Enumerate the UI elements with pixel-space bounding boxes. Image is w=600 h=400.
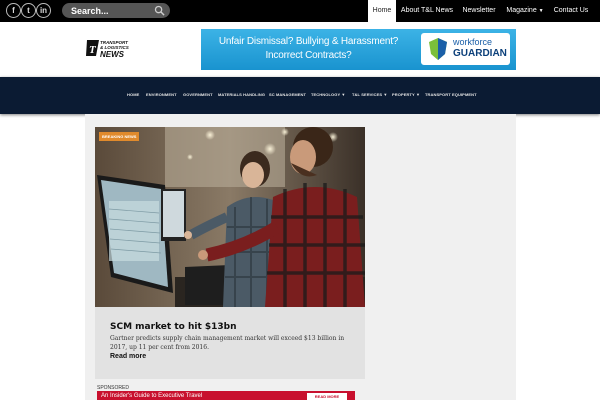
- mainnav-home[interactable]: HOME: [127, 92, 139, 97]
- logo-text-news: NEWS: [100, 50, 125, 59]
- mainnav-property-label: PROPERTY: [392, 92, 415, 97]
- article-image[interactable]: BREAKING NEWS: [95, 127, 365, 307]
- linkedin-glyph: in: [39, 6, 48, 15]
- facebook-glyph: f: [12, 6, 15, 15]
- ad-brand-line2: GUARDIAN: [453, 48, 507, 59]
- shield-icon: [429, 38, 447, 60]
- main-nav: HOME ENVIRONMENT GOVERNMENT MATERIALS HA…: [0, 77, 600, 114]
- sponsored-read-more-button[interactable]: READ MORE: [307, 393, 347, 400]
- chevron-down-icon: ▼: [383, 92, 388, 97]
- nav-magazine[interactable]: Magazine ▼: [504, 0, 546, 22]
- ad-line-1: Unfair Dismissal? Bullying & Harassment?: [218, 36, 399, 47]
- nav-home-label: Home: [372, 7, 392, 14]
- site-logo[interactable]: T TRANSPORT & LOGISTICS NEWS: [85, 37, 135, 59]
- mainnav-environment[interactable]: ENVIRONMENT: [146, 92, 177, 97]
- mainnav-tl-services[interactable]: T&L SERVICES ▼: [352, 92, 387, 97]
- mainnav-materials-handling[interactable]: MATERIALS HANDLING: [218, 92, 265, 97]
- top-bar: f t in Home About T&L News Newsletter Ma…: [0, 0, 600, 22]
- article-photo-illustration: [95, 127, 365, 307]
- nav-newsletter-label: Newsletter: [462, 7, 496, 14]
- nav-newsletter[interactable]: Newsletter: [460, 0, 498, 22]
- article-title[interactable]: SCM market to hit $13bn: [110, 322, 237, 332]
- search-icon[interactable]: [154, 5, 165, 16]
- nav-about-label: About T&L News: [400, 7, 454, 14]
- ad-brand-line1: workforce: [453, 37, 493, 47]
- twitter-glyph: t: [27, 6, 30, 15]
- workforce-guardian-ad[interactable]: Unfair Dismissal? Bullying & Harassment?…: [201, 29, 516, 70]
- nav-contact[interactable]: Contact Us: [551, 0, 591, 22]
- facebook-icon[interactable]: f: [6, 3, 21, 18]
- site-header: T TRANSPORT & LOGISTICS NEWS Unfair Dism…: [0, 22, 600, 77]
- nav-home[interactable]: Home: [368, 0, 396, 22]
- mainnav-tl-services-label: T&L SERVICES: [352, 92, 383, 97]
- sponsored-banner[interactable]: An Insider's Guide to Executive Travel R…: [97, 391, 355, 400]
- linkedin-icon[interactable]: in: [36, 3, 51, 18]
- mainnav-technology[interactable]: TECHNOLOGY ▼: [311, 92, 345, 97]
- ad-brand-logo: workforce GUARDIAN: [421, 33, 510, 65]
- mainnav-transport-equipment[interactable]: TRANSPORT EQUIPMENT: [425, 92, 477, 97]
- twitter-icon[interactable]: t: [21, 3, 36, 18]
- mainnav-government[interactable]: GOVERNMENT: [183, 92, 213, 97]
- read-more-link[interactable]: Read more: [110, 353, 146, 360]
- ad-line-2: Incorrect Contracts?: [265, 50, 352, 61]
- chevron-down-icon: ▼: [341, 92, 346, 97]
- nav-magazine-label: Magazine: [506, 7, 537, 14]
- nav-contact-label: Contact Us: [553, 7, 589, 14]
- sponsored-headline: An Insider's Guide to Executive Travel: [101, 393, 203, 399]
- mainnav-property[interactable]: PROPERTY ▼: [392, 92, 420, 97]
- mainnav-technology-label: TECHNOLOGY: [311, 92, 341, 97]
- search-box: [62, 3, 170, 18]
- chevron-down-icon: ▼: [415, 92, 421, 97]
- chevron-down-icon: ▼: [538, 8, 544, 14]
- mainnav-sc-management[interactable]: SC MANAGEMENT: [269, 92, 306, 97]
- search-input[interactable]: [71, 3, 151, 18]
- breaking-news-badge[interactable]: BREAKING NEWS: [99, 132, 140, 141]
- nav-about[interactable]: About T&L News: [398, 0, 456, 22]
- article-description: Gartner predicts supply chain management…: [110, 335, 345, 351]
